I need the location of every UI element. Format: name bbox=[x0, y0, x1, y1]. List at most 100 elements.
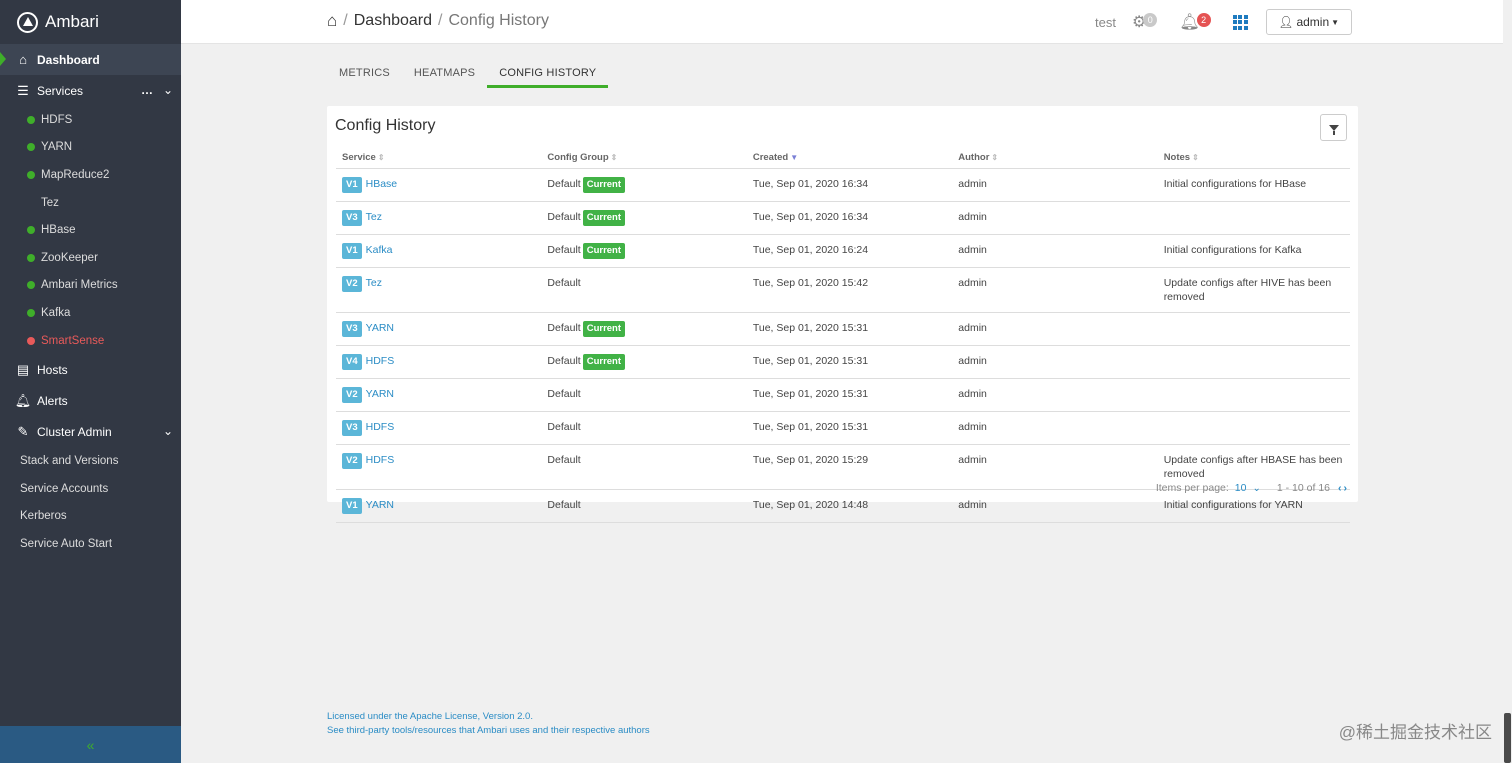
column-header-config-group[interactable]: Config Group ⇕ bbox=[541, 148, 747, 169]
third-party-link[interactable]: See third-party tools/resources that Amb… bbox=[327, 724, 650, 738]
cell-config-group: Default bbox=[541, 489, 747, 523]
version-badge[interactable]: V2 bbox=[342, 386, 362, 403]
sidebar-item-hosts[interactable]: ▤ Hosts bbox=[0, 354, 181, 385]
brand[interactable]: Ambari bbox=[0, 0, 181, 44]
cell-service: V3 Tez bbox=[336, 201, 542, 235]
cell-created: Tue, Sep 01, 2020 15:31 bbox=[746, 312, 953, 346]
breadcrumb-dashboard[interactable]: Dashboard bbox=[354, 12, 432, 30]
items-per-page-label: Items per page: bbox=[1155, 482, 1229, 494]
cell-service: V2 YARN bbox=[336, 378, 542, 412]
filter-button[interactable] bbox=[1320, 114, 1347, 141]
service-link[interactable]: HBase bbox=[366, 178, 398, 190]
chevron-down-icon[interactable]: ⌄ bbox=[163, 83, 173, 97]
service-link[interactable]: Tez bbox=[366, 277, 382, 289]
column-header-created[interactable]: Created ▼ bbox=[746, 148, 953, 169]
version-badge[interactable]: V2 bbox=[342, 275, 362, 292]
sort-desc-icon: ▼ bbox=[790, 153, 799, 163]
cell-service: V2 Tez bbox=[336, 267, 542, 313]
service-link[interactable]: Kafka bbox=[366, 244, 393, 256]
caret-down-icon: ▼ bbox=[1331, 17, 1340, 27]
config-group-name: Default bbox=[547, 177, 581, 190]
pagination: Items per page: 10 ⌄ 1 - 10 of 16 ‹› bbox=[1156, 482, 1349, 494]
config-history-table: Service ⇕ Config Group ⇕ Created ▼ Author ⇕ … bbox=[336, 148, 1350, 523]
table-header-row: Service ⇕ Config Group ⇕ Created ▼ Author ⇕ … bbox=[336, 148, 1350, 169]
column-header-service[interactable]: Service ⇕ bbox=[336, 148, 542, 169]
scrollbar[interactable] bbox=[1503, 0, 1512, 763]
tab-metrics[interactable]: METRICS bbox=[327, 62, 402, 88]
alerts-button[interactable]: 🔔︎ 2 bbox=[1179, 12, 1211, 32]
chevron-down-icon[interactable]: ⌄ bbox=[163, 424, 173, 438]
tab-heatmaps[interactable]: HEATMAPS bbox=[402, 62, 487, 88]
service-link[interactable]: Tez bbox=[366, 211, 382, 223]
service-link[interactable]: YARN bbox=[366, 388, 394, 400]
sidebar-item-service[interactable]: Tez bbox=[0, 189, 181, 217]
sidebar-item-cluster-admin[interactable]: ✎ Cluster Admin ⌄ bbox=[0, 416, 181, 447]
sidebar-item-service[interactable]: MapReduce2 bbox=[0, 161, 181, 189]
license-link[interactable]: Licensed under the Apache License, Versi… bbox=[327, 710, 650, 724]
home-icon[interactable]: ⌂ bbox=[327, 11, 337, 31]
chevron-down-icon[interactable]: ⌄ bbox=[1252, 483, 1260, 494]
collapse-sidebar-button[interactable]: « bbox=[0, 726, 181, 763]
more-actions-icon[interactable]: … bbox=[141, 83, 153, 97]
cell-created: Tue, Sep 01, 2020 15:31 bbox=[746, 411, 953, 445]
version-badge[interactable]: V2 bbox=[342, 452, 362, 469]
version-badge[interactable]: V1 bbox=[342, 176, 362, 193]
column-label: Service bbox=[342, 152, 376, 164]
items-per-page-select[interactable]: 10 bbox=[1235, 482, 1247, 494]
apps-grid-icon[interactable] bbox=[1232, 14, 1248, 30]
service-link[interactable]: YARN bbox=[366, 499, 394, 511]
version-badge[interactable]: V1 bbox=[342, 242, 362, 259]
version-badge[interactable]: V4 bbox=[342, 353, 362, 370]
sidebar-item-service[interactable]: Kafka bbox=[0, 299, 181, 327]
config-group-name: Default bbox=[547, 243, 581, 256]
service-link[interactable]: HDFS bbox=[366, 454, 395, 466]
version-badge[interactable]: V3 bbox=[342, 419, 362, 436]
sidebar-item-admin[interactable]: Service Accounts bbox=[0, 475, 181, 503]
services-icon: ☰ bbox=[17, 82, 29, 98]
tab-config-history[interactable]: CONFIG HISTORY bbox=[487, 62, 609, 88]
sidebar-item-label: HDFS bbox=[41, 113, 73, 126]
sidebar-item-admin[interactable]: Service Auto Start bbox=[0, 530, 181, 558]
current-badge: Current bbox=[582, 176, 626, 193]
page-range: 1 - 10 of 16 bbox=[1276, 482, 1330, 494]
next-page-icon[interactable]: › bbox=[1344, 482, 1350, 494]
current-badge: Current bbox=[582, 320, 626, 337]
user-menu-button[interactable]: 👤︎ admin ▼ bbox=[1265, 9, 1352, 35]
version-badge[interactable]: V3 bbox=[342, 320, 362, 337]
sidebar-item-service[interactable]: YARN bbox=[0, 134, 181, 162]
sidebar-item-alerts[interactable]: 🔔︎ Alerts bbox=[0, 385, 181, 416]
sidebar-item-admin[interactable]: Stack and Versions bbox=[0, 447, 181, 475]
sidebar-item-service[interactable]: HDFS bbox=[0, 106, 181, 134]
sidebar-item-services[interactable]: ☰ Services … ⌄ bbox=[0, 75, 181, 106]
config-group-name: Default bbox=[547, 453, 581, 466]
sidebar-item-label: SmartSense bbox=[41, 334, 105, 347]
sidebar-item-service[interactable]: HBase bbox=[0, 216, 181, 244]
column-header-author[interactable]: Author ⇕ bbox=[952, 148, 1158, 169]
table-row: V1 Kafka Default Current Tue, Sep 01, 2020 1… bbox=[336, 234, 1350, 268]
cell-created: Tue, Sep 01, 2020 15:31 bbox=[746, 345, 953, 379]
cell-config-group: Default bbox=[541, 411, 747, 445]
cell-created: Tue, Sep 01, 2020 14:48 bbox=[746, 489, 953, 523]
cell-author: admin bbox=[952, 444, 1158, 490]
column-header-notes[interactable]: Notes ⇕ bbox=[1157, 148, 1350, 169]
config-history-panel: Config History Service ⇕ Config Group ⇕ Cr… bbox=[327, 106, 1358, 523]
sidebar-item-label: Hosts bbox=[37, 362, 68, 377]
sidebar-item-admin[interactable]: Kerberos bbox=[0, 503, 181, 531]
sidebar-item-service[interactable]: SmartSense bbox=[0, 327, 181, 355]
sidebar-item-service[interactable]: ZooKeeper bbox=[0, 244, 181, 272]
background-ops-button[interactable]: ⚙ 0 bbox=[1132, 12, 1158, 32]
current-badge: Current bbox=[582, 209, 626, 226]
service-link[interactable]: HDFS bbox=[366, 355, 395, 367]
version-badge[interactable]: V3 bbox=[342, 209, 362, 226]
watermark: @稀土掘金技术社区 bbox=[1338, 723, 1492, 742]
service-link[interactable]: YARN bbox=[366, 322, 394, 334]
sidebar-item-dashboard[interactable]: ⌂ Dashboard bbox=[0, 44, 181, 75]
service-link[interactable]: HDFS bbox=[366, 421, 395, 433]
sidebar-item-service[interactable]: Ambari Metrics bbox=[0, 272, 181, 300]
cell-notes bbox=[1157, 411, 1350, 445]
version-badge[interactable]: V1 bbox=[342, 497, 362, 514]
scrollbar-thumb[interactable] bbox=[1504, 713, 1511, 763]
double-chevron-left-icon: « bbox=[86, 736, 95, 753]
status-dot-icon bbox=[27, 199, 35, 207]
status-dot-icon bbox=[27, 308, 35, 317]
